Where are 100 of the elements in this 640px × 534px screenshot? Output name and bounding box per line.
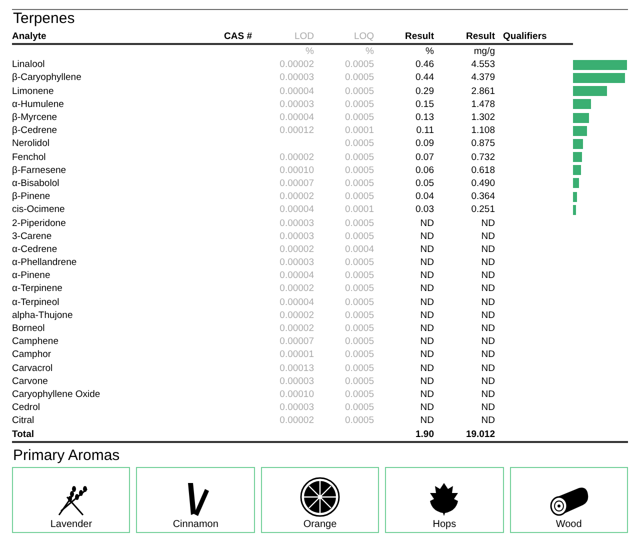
- loq-value: 0.0005: [344, 323, 374, 334]
- result-percent: 0.11: [416, 125, 434, 136]
- result-percent: ND: [420, 415, 434, 426]
- lod-value: 0.00003: [280, 230, 314, 242]
- analyte-name: β-Cedrene: [12, 125, 58, 136]
- loq-value: 0.0001: [344, 125, 374, 136]
- result-percent: ND: [420, 310, 434, 321]
- result-percent: ND: [420, 349, 434, 360]
- result-mg-g: 0.618: [471, 164, 495, 176]
- loq-value: 0.0005: [344, 283, 374, 294]
- section-title: Primary Aromas: [12, 446, 121, 466]
- analyte-name: Borneol: [12, 323, 45, 334]
- result-percent: 0.03: [416, 204, 434, 216]
- lod-value: 0.00003: [280, 376, 314, 387]
- lod-value: 0.00004: [280, 296, 314, 308]
- result-mg-g: 0.251: [471, 204, 495, 216]
- result-percent: 0.46: [416, 59, 434, 70]
- loq-value: 0.0005: [344, 362, 374, 374]
- column-header: LOD: [294, 30, 314, 42]
- aroma-label: Cinnamon: [172, 518, 218, 530]
- lod-value: 0.00002: [280, 283, 314, 294]
- analyte-name: α-Humulene: [12, 98, 64, 110]
- result-mg-g: ND: [481, 270, 495, 282]
- loq-value: 0.0005: [344, 59, 374, 70]
- result-mg-g: ND: [481, 388, 495, 400]
- column-header: Result: [404, 30, 434, 42]
- loq-value: 0.0005: [344, 402, 374, 414]
- result-percent: ND: [420, 323, 434, 334]
- analyte-name: α-Phellandrene: [12, 257, 77, 268]
- lod-value: 0.00002: [280, 191, 314, 202]
- lod-value: 0.00003: [280, 98, 314, 110]
- loq-value: 0.0005: [344, 152, 374, 163]
- lod-value: 0.00010: [280, 164, 314, 176]
- wood-log-icon: [548, 484, 589, 517]
- result-mg-g: 4.553: [471, 59, 495, 70]
- analyte-name: alpha-Thujone: [12, 310, 73, 321]
- loq-value: 0.0005: [344, 336, 374, 348]
- total-percent: 1.90: [416, 428, 434, 440]
- loq-value: 0.0005: [344, 349, 374, 360]
- unit-label: %: [366, 46, 374, 58]
- analyte-name: Carvacrol: [12, 362, 53, 374]
- result-mg-g: 2.861: [471, 86, 495, 97]
- lod-value: 0.00003: [280, 402, 314, 414]
- result-mg-g: ND: [481, 230, 495, 242]
- result-mg-g: ND: [481, 244, 495, 255]
- loq-value: 0.0005: [344, 376, 374, 387]
- result-mg-g: ND: [481, 336, 495, 348]
- analyte-name: α-Pinene: [12, 270, 50, 282]
- result-percent: ND: [420, 376, 434, 387]
- loq-value: 0.0005: [344, 138, 374, 150]
- aroma-label: Lavender: [50, 518, 92, 530]
- lod-value: 0.00002: [280, 415, 314, 426]
- citrus-slice-icon: [300, 476, 340, 517]
- lod-value: 0.00002: [280, 152, 314, 163]
- lod-value: 0.00004: [280, 204, 314, 216]
- analyte-name: Caryophyllene Oxide: [12, 388, 100, 400]
- lod-value: 0.00002: [280, 310, 314, 321]
- result-mg-g: ND: [481, 218, 495, 229]
- loq-value: 0.0005: [344, 178, 374, 189]
- loq-value: 0.0005: [344, 388, 374, 400]
- lod-value: 0.00003: [280, 257, 314, 268]
- analyte-name: 2-Piperidone: [12, 218, 66, 229]
- result-percent: ND: [420, 270, 434, 282]
- result-mg-g: ND: [481, 257, 495, 268]
- result-mg-g: 1.478: [471, 98, 495, 110]
- lod-value: 0.00004: [280, 112, 314, 124]
- lod-value: 0.00004: [280, 86, 314, 97]
- total-label: Total: [12, 428, 34, 440]
- lod-value: 0.00007: [280, 178, 314, 189]
- column-header: Result: [466, 30, 495, 42]
- result-percent: ND: [420, 257, 434, 268]
- analyte-name: cis-Ocimene: [12, 204, 65, 216]
- analyte-name: 3-Carene: [12, 230, 52, 242]
- result-mg-g: ND: [481, 415, 495, 426]
- loq-value: 0.0005: [344, 415, 374, 426]
- unit-label: %: [426, 46, 434, 58]
- analyte-name: Cedrol: [12, 402, 40, 414]
- column-header: CAS #: [224, 30, 252, 42]
- loq-value: 0.0005: [344, 112, 374, 124]
- analyte-name: Camphene: [12, 336, 58, 348]
- analyte-name: β-Farnesene: [12, 164, 66, 176]
- lod-value: 0.00002: [280, 244, 314, 255]
- result-mg-g: 1.108: [471, 125, 495, 136]
- analyte-name: α-Terpinene: [12, 283, 62, 294]
- lod-value: 0.00003: [280, 218, 314, 229]
- result-percent: 0.29: [416, 86, 434, 97]
- lod-value: 0.00002: [280, 323, 314, 334]
- result-percent: ND: [420, 283, 434, 294]
- analyte-name: α-Bisabolol: [12, 178, 60, 189]
- lod-value: 0.00004: [280, 270, 314, 282]
- result-mg-g: 0.364: [471, 191, 495, 202]
- loq-value: 0.0004: [344, 244, 374, 255]
- aroma-label: Hops: [432, 518, 456, 530]
- analyte-name: Fenchol: [12, 152, 46, 163]
- result-percent: ND: [420, 362, 434, 374]
- result-percent: 0.13: [416, 112, 434, 124]
- column-header: Analyte: [12, 30, 46, 42]
- column-header: Qualifiers: [503, 30, 547, 42]
- result-percent: 0.04: [416, 191, 434, 202]
- result-mg-g: 0.732: [471, 152, 495, 163]
